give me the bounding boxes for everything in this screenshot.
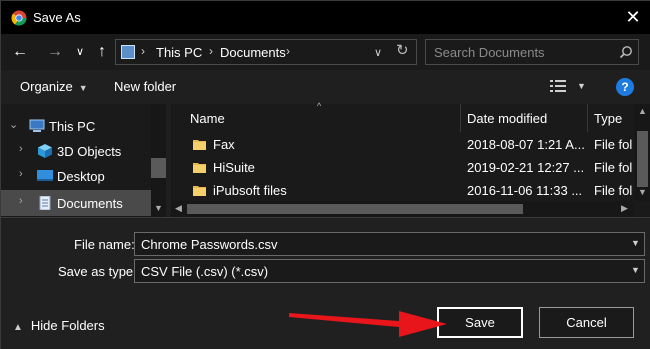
search-placeholder: Search Documents (434, 45, 545, 60)
file-name: HiSuite (213, 160, 255, 175)
cube-icon (38, 144, 52, 158)
sidebar-item-3d-objects[interactable]: › 3D Objects (1, 139, 151, 163)
scroll-down-icon[interactable]: ▼ (154, 203, 163, 213)
breadcrumb-documents[interactable]: Documents (220, 45, 286, 60)
folder-icon (193, 186, 206, 196)
column-divider[interactable] (587, 104, 588, 132)
sidebar-scrollbar-thumb[interactable] (151, 158, 166, 178)
sidebar-item-documents[interactable]: › Documents (1, 190, 151, 216)
horizontal-scrollbar-thumb[interactable] (187, 204, 523, 214)
chrome-icon (11, 10, 27, 26)
navigation-bar: ← → ∨ ↑ › This PC › Documents › ∨ ↻ Sear… (1, 34, 650, 70)
chevron-down-icon[interactable]: ▼ (631, 265, 640, 275)
refresh-icon[interactable]: ↻ (396, 41, 409, 59)
view-options-icon[interactable] (550, 79, 566, 93)
column-header-date-modified[interactable]: Date modified (467, 111, 547, 126)
organize-label: Organize (20, 79, 73, 94)
file-type: File fol (594, 183, 633, 198)
cancel-button[interactable]: Cancel (539, 307, 634, 338)
scroll-left-icon[interactable]: ◀ (175, 203, 182, 214)
breadcrumb-separator: › (286, 44, 290, 58)
up-arrow-icon[interactable]: ↑ (91, 41, 113, 63)
column-header-type[interactable]: Type (594, 111, 622, 126)
pc-icon (29, 119, 45, 132)
breadcrumb-separator: › (209, 44, 213, 58)
hide-folders-label: Hide Folders (30, 318, 105, 333)
scroll-up-icon[interactable]: ▲ (638, 106, 647, 116)
file-row-hisuite[interactable]: HiSuite 2019-02-21 12:27 ... File fol (171, 156, 634, 179)
search-icon[interactable] (619, 45, 633, 59)
save-as-type-select[interactable]: CSV File (.csv) (*.csv) ▼ (134, 259, 645, 283)
chevron-down-icon: ▼ (78, 83, 88, 93)
file-name: iPubsoft files (213, 183, 287, 198)
forward-arrow-icon[interactable]: → (44, 41, 66, 63)
hide-folders-button[interactable]: ▲ Hide Folders (13, 318, 105, 333)
organize-button[interactable]: Organize ▼ (20, 79, 88, 94)
breadcrumb-this-pc[interactable]: This PC (156, 45, 202, 60)
file-name-label: File name: (74, 237, 135, 252)
desktop-icon (37, 170, 53, 181)
command-toolbar: Organize ▼ New folder ▼ ? (1, 70, 650, 104)
chevron-right-icon[interactable]: › (19, 195, 23, 207)
scroll-right-icon[interactable]: ▶ (621, 203, 628, 214)
breadcrumb-separator: › (141, 44, 145, 58)
file-name-field[interactable]: Chrome Passwords.csv ▼ (134, 232, 645, 256)
view-chevron-down-icon[interactable]: ▼ (577, 81, 586, 91)
column-headers: Name Date modified Type (171, 104, 634, 132)
help-icon[interactable]: ? (616, 78, 634, 96)
folder-icon (193, 140, 206, 150)
recent-locations-chevron-icon[interactable]: ∨ (69, 41, 91, 63)
save-as-dialog: Save As ✕ ← → ∨ ↑ › This PC › Documents … (0, 0, 650, 349)
sidebar-item-label: Documents (57, 196, 123, 211)
file-row-ipubsoft-files[interactable]: iPubsoft files 2016-11-06 11:33 ... File… (171, 179, 634, 202)
sort-ascending-icon: ^ (317, 101, 322, 111)
sidebar-item-this-pc[interactable]: ⌄ This PC (1, 114, 151, 138)
folder-icon (193, 163, 206, 173)
navigation-pane: ⌄ This PC › 3D Objects › Desktop › Docum… (1, 104, 166, 217)
file-type: File fol (594, 137, 633, 152)
sidebar-item-label: 3D Objects (57, 144, 122, 159)
file-row-fax[interactable]: Fax 2018-08-07 1:21 A... File fol (171, 133, 634, 156)
chevron-down-icon[interactable]: ⌄ (9, 118, 18, 131)
window-title: Save As (33, 10, 81, 25)
chevron-down-icon[interactable]: ▼ (631, 238, 640, 248)
vertical-scrollbar-thumb[interactable] (637, 131, 648, 187)
file-name-value: Chrome Passwords.csv (141, 237, 278, 252)
scroll-down-icon[interactable]: ▼ (638, 187, 647, 197)
sidebar-item-label: This PC (49, 119, 96, 134)
save-as-type-value: CSV File (.csv) (*.csv) (141, 264, 269, 279)
column-header-name[interactable]: Name (190, 111, 225, 126)
address-dropdown-chevron-icon[interactable]: ∨ (374, 46, 382, 59)
documents-icon (39, 196, 51, 210)
file-type: File fol (594, 160, 633, 175)
sidebar-item-label: Desktop (57, 169, 105, 184)
pc-icon (121, 45, 135, 59)
search-input[interactable]: Search Documents (425, 39, 639, 65)
red-pointer-arrow-icon (289, 311, 447, 337)
file-date: 2019-02-21 12:27 ... (467, 160, 585, 175)
column-divider[interactable] (460, 104, 461, 132)
save-as-type-label: Save as type: (58, 264, 137, 279)
back-arrow-icon[interactable]: ← (9, 41, 31, 63)
close-icon[interactable]: ✕ (623, 7, 643, 27)
address-bar[interactable]: › This PC › Documents › ∨ (115, 39, 417, 65)
new-folder-button[interactable]: New folder (114, 79, 176, 94)
sidebar-item-desktop[interactable]: › Desktop (1, 164, 151, 188)
chevron-right-icon[interactable]: › (19, 143, 23, 155)
file-date: 2018-08-07 1:21 A... (467, 137, 585, 152)
title-bar: Save As ✕ (1, 1, 650, 34)
chevron-right-icon[interactable]: › (19, 168, 23, 180)
chevron-up-icon: ▲ (13, 322, 23, 333)
file-date: 2016-11-06 11:33 ... (467, 183, 583, 198)
file-name: Fax (213, 137, 235, 152)
